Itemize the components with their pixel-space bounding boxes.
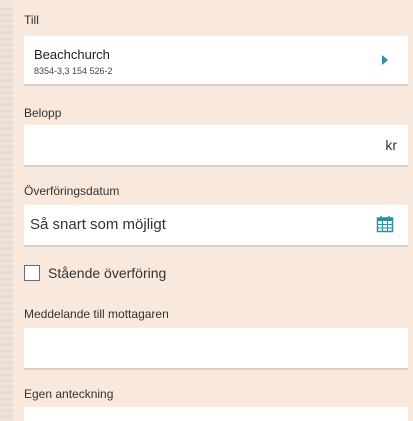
background-texture: [0, 0, 14, 421]
date-field[interactable]: Så snart som möjligt: [24, 205, 408, 247]
amount-label: Belopp: [24, 106, 62, 120]
note-input[interactable]: [24, 407, 408, 421]
recipient-name: Beachchurch: [34, 47, 110, 62]
date-value: Så snart som möjligt: [30, 216, 166, 233]
message-input[interactable]: [24, 328, 408, 370]
recurring-checkbox[interactable]: [24, 265, 40, 281]
recipient-account: 8354-3,3 154 526-2: [34, 66, 113, 76]
amount-input[interactable]: kr: [24, 125, 408, 167]
message-label: Meddelande till mottagaren: [24, 307, 169, 321]
recipient-selector[interactable]: Beachchurch 8354-3,3 154 526-2: [24, 36, 408, 86]
calendar-icon[interactable]: [376, 215, 394, 233]
recipient-label: Till: [24, 13, 39, 27]
note-label: Egen anteckning: [24, 387, 114, 401]
recurring-label[interactable]: Stående överföring: [48, 265, 166, 281]
chevron-right-icon: [382, 55, 388, 65]
date-label: Överföringsdatum: [24, 184, 120, 198]
currency-unit: kr: [385, 137, 397, 153]
